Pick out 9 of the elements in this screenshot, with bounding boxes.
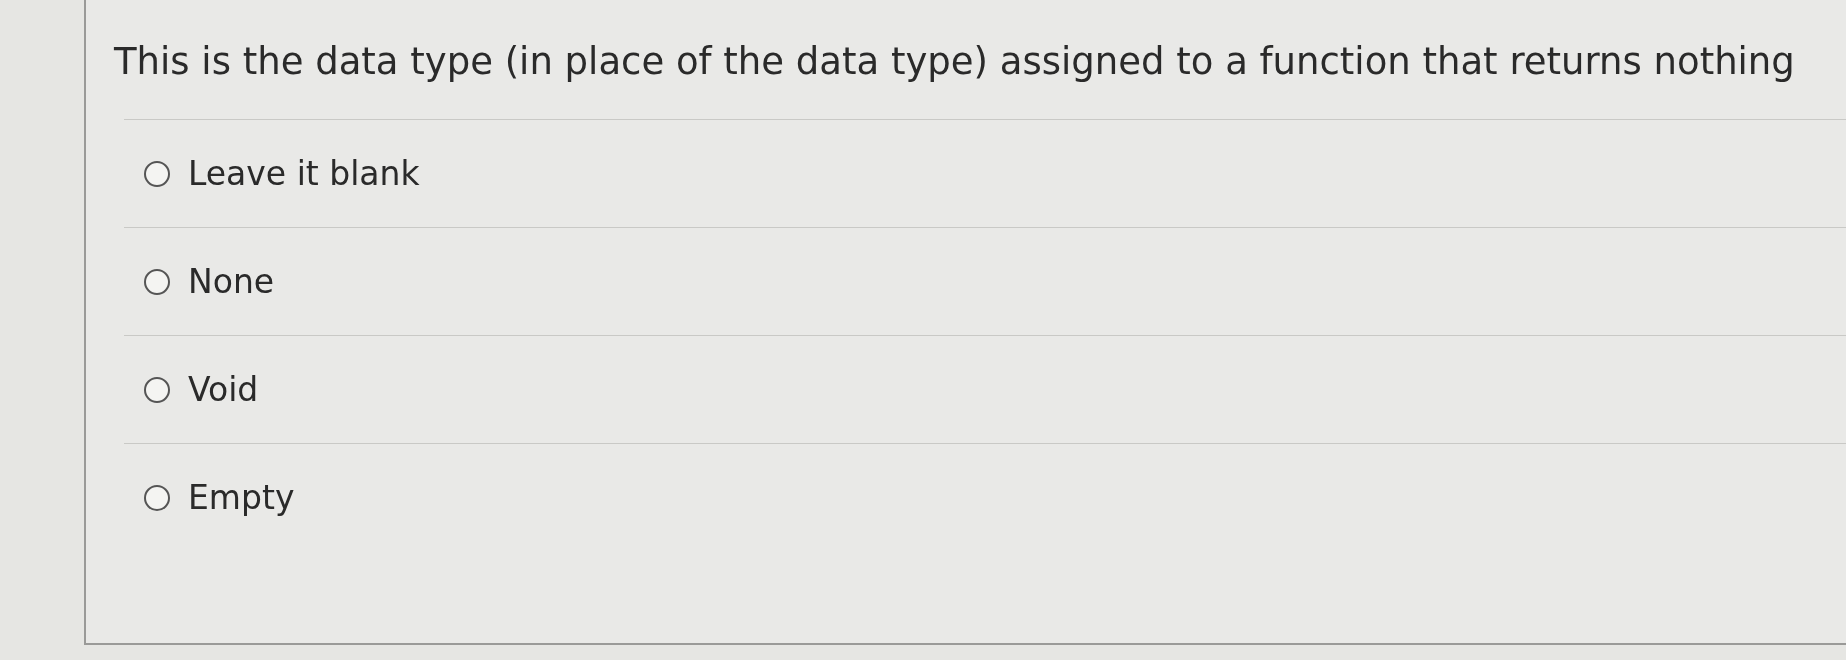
- option-label[interactable]: Void: [188, 370, 259, 409]
- option-label[interactable]: Leave it blank: [188, 154, 420, 193]
- option-label[interactable]: None: [188, 262, 275, 301]
- option-label[interactable]: Empty: [188, 478, 295, 517]
- question-text: This is the data type (in place of the data type) assigned to a function that returns nothing: [114, 40, 1796, 83]
- radio-button[interactable]: [144, 376, 170, 403]
- radio-button[interactable]: [144, 160, 170, 187]
- radio-button[interactable]: [144, 484, 170, 511]
- radio-button[interactable]: [144, 268, 170, 295]
